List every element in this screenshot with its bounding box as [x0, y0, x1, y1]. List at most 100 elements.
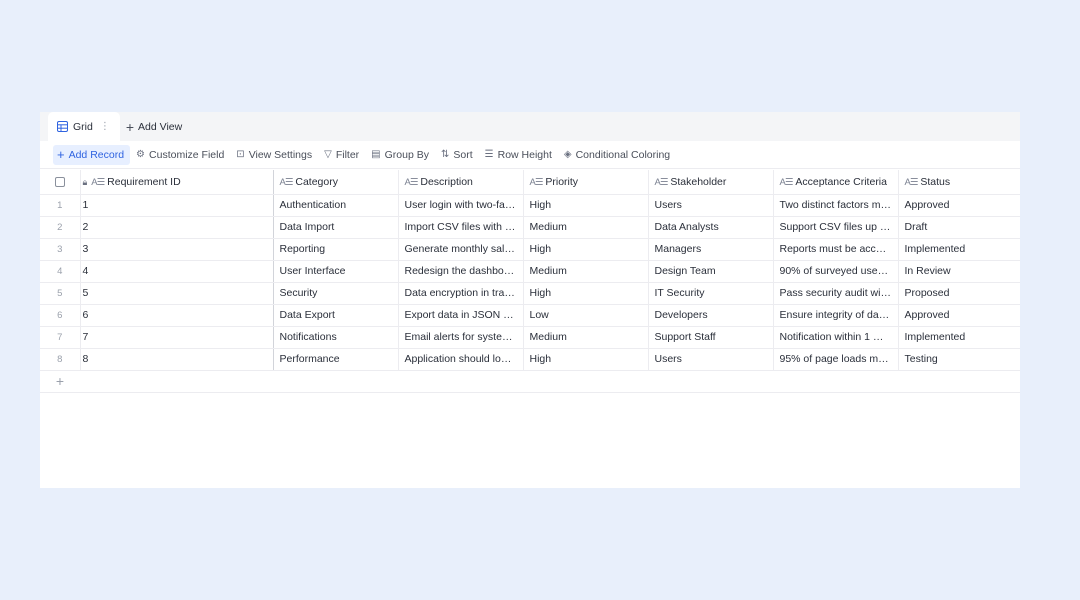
more-vertical-icon[interactable]: ⋮ [100, 121, 110, 132]
cell-status[interactable]: In Review [898, 260, 1020, 283]
table-row[interactable]: 4 4 User Interface Redesign the dashboard..… [40, 260, 1020, 283]
add-view-button[interactable]: + Add View [120, 112, 182, 141]
table-row[interactable]: 2 2 Data Import Import CSV files with cu...… [40, 216, 1020, 239]
row-height-button[interactable]: ☰ Row Height [481, 145, 558, 165]
column-header-description[interactable]: A☰ Description [398, 170, 524, 195]
cell-priority[interactable]: Medium [523, 260, 649, 283]
cell-acceptance-criteria[interactable]: Support CSV files up to ... [773, 216, 899, 239]
row-number[interactable]: 5 [40, 282, 81, 305]
column-header-category[interactable]: A☰ Category [273, 170, 399, 195]
column-header-status[interactable]: A☰ Status [898, 170, 1020, 195]
cell-category[interactable]: Notifications [273, 326, 399, 349]
cell-description[interactable]: Data encryption in trans... [398, 282, 524, 305]
column-label: Description [420, 175, 473, 188]
table-row[interactable]: 5 5 Security Data encryption in trans... Hig… [40, 282, 1020, 305]
cell-status[interactable]: Implemented [898, 238, 1020, 261]
add-row-button[interactable]: + [40, 370, 80, 393]
cell-status[interactable]: Approved [898, 304, 1020, 327]
select-all-checkbox[interactable] [54, 176, 65, 187]
row-number[interactable]: 4 [40, 260, 81, 283]
column-header-acceptance-criteria[interactable]: A☰ Acceptance Criteria [773, 170, 899, 195]
cell-category[interactable]: User Interface [273, 260, 399, 283]
cell-stakeholder[interactable]: Support Staff [648, 326, 774, 349]
cell-requirement-id[interactable]: 8 [80, 348, 274, 371]
cell-priority[interactable]: High [523, 238, 649, 261]
cell-status[interactable]: Proposed [898, 282, 1020, 305]
table-row[interactable]: 1 1 Authentication User login with two-fact… [40, 194, 1020, 217]
cell-stakeholder[interactable]: Managers [648, 238, 774, 261]
cell-acceptance-criteria[interactable]: Two distinct factors mus... [773, 194, 899, 217]
cell-acceptance-criteria[interactable]: Pass security audit with ... [773, 282, 899, 305]
cell-description[interactable]: Email alerts for system ... [398, 326, 524, 349]
tab-grid[interactable]: Grid ⋮ [48, 112, 120, 141]
cell-requirement-id[interactable]: 1 [80, 194, 274, 217]
add-record-button[interactable]: + Add Record [53, 144, 131, 165]
cell-stakeholder[interactable]: Developers [648, 304, 774, 327]
row-number[interactable]: 8 [40, 348, 81, 371]
row-number[interactable]: 7 [40, 326, 81, 349]
cell-acceptance-criteria[interactable]: Notification within 1 min... [773, 326, 899, 349]
row-number[interactable]: 3 [40, 238, 81, 261]
cell-requirement-id[interactable]: 5 [80, 282, 274, 305]
cell-category[interactable]: Security [273, 282, 399, 305]
column-header-priority[interactable]: A☰ Priority [523, 170, 649, 195]
sort-icon: ⇅ [440, 149, 450, 160]
cell-description[interactable]: User login with two-fact... [398, 194, 524, 217]
view-settings-button[interactable]: ⊡ View Settings [232, 145, 318, 165]
cell-priority[interactable]: Medium [523, 216, 649, 239]
sort-button[interactable]: ⇅ Sort [437, 145, 479, 165]
cell-category[interactable]: Data Export [273, 304, 399, 327]
cell-status[interactable]: Testing [898, 348, 1020, 371]
cell-requirement-id[interactable]: 4 [80, 260, 274, 283]
column-header-stakeholder[interactable]: A☰ Stakeholder [648, 170, 774, 195]
add-row-filler[interactable] [80, 370, 1020, 393]
add-view-label: Add View [138, 120, 183, 133]
cell-requirement-id[interactable]: 6 [80, 304, 274, 327]
cell-priority[interactable]: High [523, 194, 649, 217]
cell-status[interactable]: Approved [898, 194, 1020, 217]
cell-description[interactable]: Generate monthly sales ... [398, 238, 524, 261]
cell-acceptance-criteria[interactable]: Reports must be accurat... [773, 238, 899, 261]
cell-requirement-id[interactable]: 7 [80, 326, 274, 349]
cell-status[interactable]: Implemented [898, 326, 1020, 349]
cell-acceptance-criteria[interactable]: 90% of surveyed users f... [773, 260, 899, 283]
cell-stakeholder[interactable]: Users [648, 348, 774, 371]
table-row[interactable]: 6 6 Data Export Export data in JSON for... L… [40, 304, 1020, 327]
cell-description[interactable]: Redesign the dashboard... [398, 260, 524, 283]
group-by-button[interactable]: ▤ Group By [367, 145, 435, 165]
cell-stakeholder[interactable]: IT Security [648, 282, 774, 305]
filter-button[interactable]: ▽ Filter [320, 145, 365, 165]
lock-icon: 🔒︎ [82, 176, 88, 187]
row-number[interactable]: 1 [40, 194, 81, 217]
cell-requirement-id[interactable]: 3 [80, 238, 274, 261]
select-all-cell[interactable] [40, 170, 81, 195]
add-row[interactable]: + [40, 370, 1020, 393]
cell-requirement-id[interactable]: 2 [80, 216, 274, 239]
cell-stakeholder[interactable]: Data Analysts [648, 216, 774, 239]
cell-priority[interactable]: Low [523, 304, 649, 327]
cell-priority[interactable]: Medium [523, 326, 649, 349]
cell-stakeholder[interactable]: Users [648, 194, 774, 217]
cell-category[interactable]: Reporting [273, 238, 399, 261]
customize-field-button[interactable]: ⚙ Customize Field [132, 145, 230, 165]
conditional-coloring-button[interactable]: ◈ Conditional Coloring [560, 145, 676, 165]
row-number[interactable]: 6 [40, 304, 81, 327]
table-row[interactable]: 8 8 Performance Application should load ...… [40, 348, 1020, 371]
cell-category[interactable]: Data Import [273, 216, 399, 239]
cell-priority[interactable]: High [523, 348, 649, 371]
row-number[interactable]: 2 [40, 216, 81, 239]
column-header-requirement-id[interactable]: 🔒︎ A☰ Requirement ID [80, 170, 274, 195]
table-row[interactable]: 3 3 Reporting Generate monthly sales ... Hig… [40, 238, 1020, 261]
grid-app: Grid ⋮ + Add View + Add Record ⚙ Customi… [40, 112, 1020, 488]
cell-category[interactable]: Authentication [273, 194, 399, 217]
cell-description[interactable]: Import CSV files with cu... [398, 216, 524, 239]
table-row[interactable]: 7 7 Notifications Email alerts for system .… [40, 326, 1020, 349]
cell-description[interactable]: Export data in JSON for... [398, 304, 524, 327]
cell-category[interactable]: Performance [273, 348, 399, 371]
cell-acceptance-criteria[interactable]: 95% of page loads mee... [773, 348, 899, 371]
cell-stakeholder[interactable]: Design Team [648, 260, 774, 283]
cell-priority[interactable]: High [523, 282, 649, 305]
cell-description[interactable]: Application should load ... [398, 348, 524, 371]
cell-acceptance-criteria[interactable]: Ensure integrity of data ... [773, 304, 899, 327]
cell-status[interactable]: Draft [898, 216, 1020, 239]
